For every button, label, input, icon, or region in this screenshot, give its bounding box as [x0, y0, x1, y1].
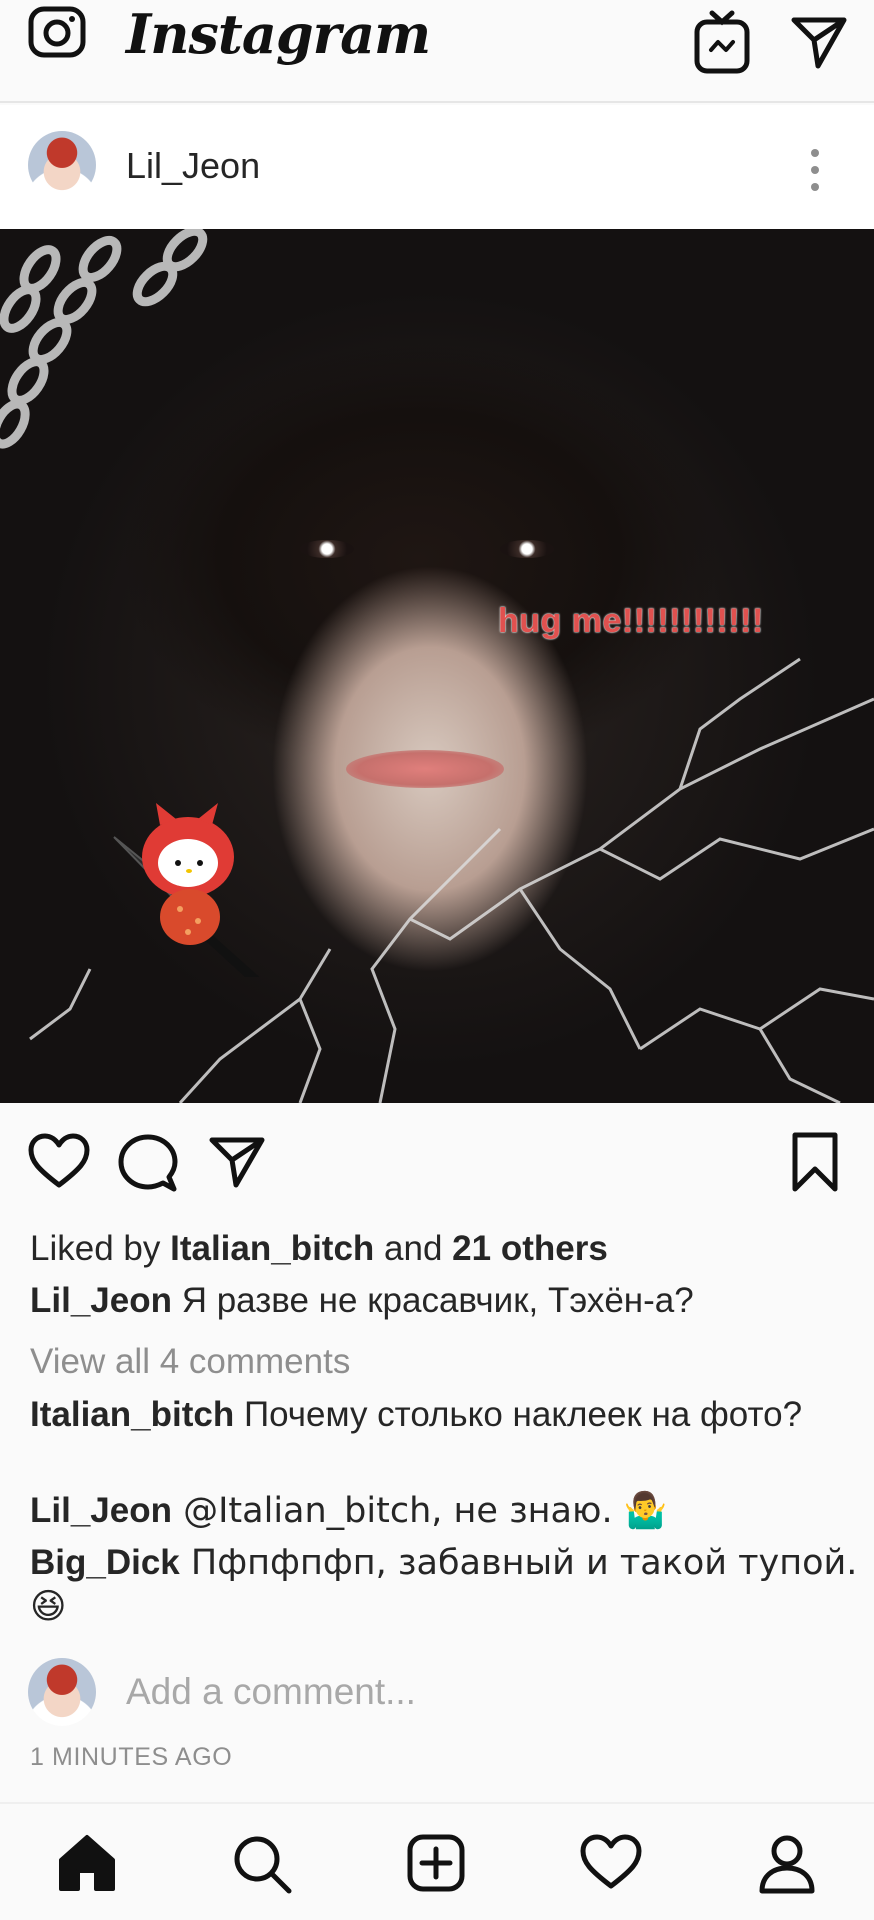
hello-kitty-knife-sticker [113, 803, 260, 977]
my-avatar[interactable] [28, 1658, 96, 1726]
home-icon[interactable] [58, 1834, 116, 1892]
caption: Lil_Jeon Я разве не красавчик, Тэхён-а? [30, 1279, 850, 1323]
chain-sticker [0, 229, 208, 449]
comment-username[interactable]: Italian_bitch [30, 1395, 234, 1434]
photo-eye-left [300, 540, 354, 558]
more-options-icon[interactable] [805, 147, 825, 193]
post-header: Lil_Jeon [0, 105, 874, 229]
post-actions [0, 1103, 874, 1223]
likes-others[interactable]: 21 others [452, 1229, 608, 1268]
post-photo[interactable]: hug me!!!!!!!!!!!! [0, 229, 874, 1103]
comment-item: Big_Dick Пфпфпфп, забавный и такой тупой… [30, 1541, 870, 1629]
comment-username[interactable]: Lil_Jeon [30, 1491, 172, 1530]
avatar[interactable] [28, 131, 96, 199]
activity-heart-icon[interactable] [580, 1834, 642, 1890]
direct-message-icon[interactable] [790, 14, 848, 70]
search-icon[interactable] [232, 1834, 292, 1894]
igtv-icon[interactable] [694, 10, 750, 74]
caption-username[interactable]: Lil_Jeon [30, 1281, 172, 1320]
camera-icon[interactable] [28, 6, 86, 58]
share-icon[interactable] [208, 1135, 266, 1189]
caption-text: Я разве не красавчик, Тэхён-а? [171, 1281, 694, 1320]
comment-text: Почему столько наклеек на фото? [234, 1395, 803, 1434]
add-comment-input[interactable]: Add a comment... [126, 1671, 416, 1713]
comment-text: @Italian_bitch, не знаю. 🤷‍♂️ [171, 1491, 668, 1531]
top-bar: Instagram [0, 0, 874, 103]
liker-username[interactable]: Italian_bitch [170, 1229, 374, 1268]
new-post-icon[interactable] [407, 1834, 465, 1892]
app-logo: Instagram [126, 2, 431, 66]
likes-prefix: Liked by [30, 1229, 171, 1268]
view-all-comments-link[interactable]: View all 4 comments [30, 1340, 850, 1384]
comment-icon[interactable] [118, 1133, 178, 1193]
photo-eye-right [500, 540, 554, 558]
photo-lips [346, 750, 504, 788]
save-bookmark-icon[interactable] [791, 1131, 839, 1193]
bottom-nav [0, 1802, 874, 1920]
likes-middle: and [374, 1229, 453, 1268]
post-username[interactable]: Lil_Jeon [126, 145, 260, 187]
comment-username[interactable]: Big_Dick [30, 1543, 180, 1582]
comment-item: Lil_Jeon @Italian_bitch, не знаю. 🤷‍♂️ [30, 1489, 850, 1533]
like-heart-icon[interactable] [28, 1133, 90, 1189]
photo-sticker-text: hug me!!!!!!!!!!!! [498, 602, 764, 640]
profile-icon[interactable] [758, 1834, 816, 1894]
comment-item: Italian_bitch Почему столько наклеек на … [30, 1393, 830, 1437]
likes-line: Liked by Italian_bitch and 21 others [30, 1227, 850, 1271]
post-timestamp: 1 MINUTES AGO [30, 1743, 233, 1771]
post-info: Liked by Italian_bitch and 21 others Lil… [0, 1223, 874, 1803]
